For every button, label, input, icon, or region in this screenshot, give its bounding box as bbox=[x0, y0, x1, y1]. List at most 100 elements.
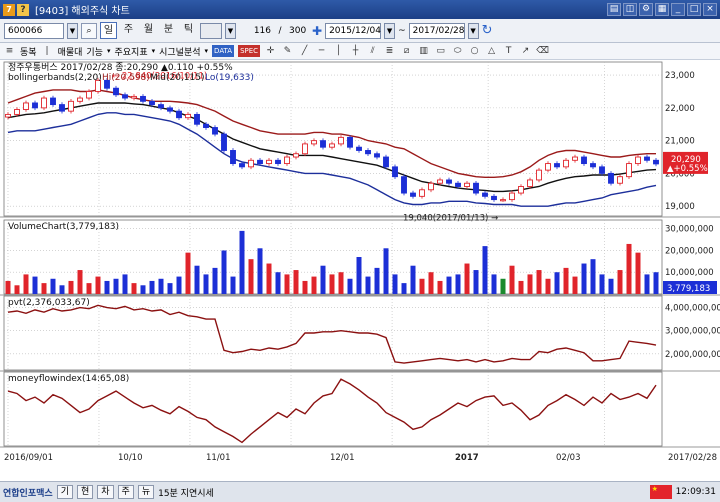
minute-interval-input[interactable] bbox=[200, 22, 222, 39]
volume-bar bbox=[473, 270, 479, 294]
line-icon[interactable]: ╱ bbox=[298, 45, 311, 57]
pin-icon[interactable]: ◫ bbox=[623, 3, 637, 16]
maximize-icon[interactable]: □ bbox=[687, 3, 701, 16]
menu-item-indicators[interactable]: 주요지표 bbox=[114, 45, 147, 58]
status-button-news[interactable]: 뉴 bbox=[137, 485, 155, 499]
volume-bar bbox=[617, 270, 623, 294]
menu-item-volume-profile[interactable]: 매물대 bbox=[58, 45, 83, 58]
print-icon[interactable]: ▦ bbox=[655, 3, 669, 16]
close-icon[interactable]: × bbox=[703, 3, 717, 16]
volume-bar bbox=[590, 259, 596, 294]
fibonacci-icon[interactable]: ≣ bbox=[383, 45, 396, 57]
volume-bar bbox=[464, 263, 470, 294]
candle-body bbox=[257, 159, 263, 165]
channel-icon[interactable]: ⫽ bbox=[366, 45, 379, 57]
clock: 12:09:31 bbox=[675, 487, 716, 497]
candle-body bbox=[50, 97, 56, 106]
ellipse-icon[interactable]: ⬭ bbox=[451, 45, 464, 57]
volume-bar bbox=[437, 280, 443, 294]
period-day[interactable]: 일 bbox=[100, 22, 117, 39]
code-input[interactable]: 600066 bbox=[4, 22, 64, 39]
rectangle-icon[interactable]: ▭ bbox=[434, 45, 447, 57]
price-chart-title: 정주우통버스 2017/02/28 종:20,290 ▲0.110 +0.55% bbox=[8, 62, 233, 73]
circle-icon[interactable]: ○ bbox=[468, 45, 481, 57]
volume-bar bbox=[104, 280, 110, 294]
menu-item-signal[interactable]: 시그널분석 bbox=[159, 45, 200, 58]
refresh-icon[interactable]: ↻ bbox=[482, 23, 493, 38]
volume-bar bbox=[482, 246, 488, 294]
x-tick-label: 10/10 bbox=[118, 453, 143, 463]
functions-dropdown-icon[interactable]: ▾ bbox=[107, 47, 111, 55]
signal-dropdown-icon[interactable]: ▾ bbox=[205, 47, 209, 55]
status-bar: 연합인포맥스 기 현 차 주 뉴 15분 지연시세 12:09:31 bbox=[0, 481, 720, 502]
date-to-dropdown-icon[interactable]: ▼ bbox=[467, 22, 479, 39]
volume-bar bbox=[167, 283, 173, 294]
candle-body bbox=[527, 179, 533, 187]
plus-icon[interactable]: ✚ bbox=[312, 24, 322, 38]
settings-icon[interactable]: ⚙ bbox=[639, 3, 653, 16]
y-tick-label: 20,000,000 bbox=[665, 246, 714, 256]
bars-icon[interactable]: ▥ bbox=[417, 45, 430, 57]
menu-icon[interactable]: ≡ bbox=[3, 45, 16, 57]
candle-body bbox=[536, 169, 542, 181]
volume-bar bbox=[500, 278, 506, 294]
volume-bar bbox=[5, 280, 11, 294]
search-icon[interactable]: ⌕ bbox=[81, 22, 97, 39]
volume-bar bbox=[257, 248, 263, 294]
data-tag[interactable]: DATA bbox=[212, 45, 235, 57]
candle-body bbox=[392, 166, 398, 178]
candle-body bbox=[176, 110, 182, 119]
gann-icon[interactable]: ⧄ bbox=[400, 45, 413, 57]
chart-area[interactable]: 23,000 22,000 21,000 20,000 19,000 20,290 ▲+0.… bbox=[0, 60, 720, 466]
candle-body bbox=[410, 192, 416, 197]
candle-body bbox=[41, 97, 47, 109]
volume-bar bbox=[365, 276, 371, 294]
window-title: [9403] 해외주식 차트 bbox=[35, 6, 130, 17]
date-to-input[interactable]: 2017/02/28 bbox=[408, 22, 465, 39]
hline-icon[interactable]: ─ bbox=[315, 45, 328, 57]
eraser-icon[interactable]: ⌫ bbox=[536, 45, 549, 57]
tools-toolbar: ≡ 동복 | 매물대 기능 ▾ 주요지표 ▾ 시그널분석 ▾ DATA SPEC… bbox=[0, 43, 720, 60]
indicators-dropdown-icon[interactable]: ▾ bbox=[152, 47, 156, 55]
menu-item-dongbok[interactable]: 동복 bbox=[20, 45, 37, 58]
candle-body bbox=[653, 159, 659, 165]
bollinger-hi-legend: Hi(20,598) bbox=[102, 73, 150, 83]
volume-bar bbox=[356, 257, 362, 294]
draw-icon[interactable]: ✎ bbox=[281, 45, 294, 57]
period-week[interactable]: 주 bbox=[120, 22, 137, 39]
spec-tag[interactable]: SPEC bbox=[238, 45, 261, 57]
candle-body bbox=[563, 159, 569, 168]
status-button-hyun[interactable]: 현 bbox=[76, 485, 94, 499]
menu-item-functions[interactable]: 기능 bbox=[86, 45, 103, 58]
volume-bar bbox=[644, 274, 650, 294]
candle-body bbox=[203, 123, 209, 128]
volume-bar bbox=[554, 272, 560, 294]
status-button-cha[interactable]: 차 bbox=[97, 485, 114, 499]
triangle-icon[interactable]: △ bbox=[485, 45, 498, 57]
candle-body bbox=[446, 179, 452, 184]
status-button-gi[interactable]: 기 bbox=[56, 485, 73, 499]
interval-dropdown-icon[interactable]: ▼ bbox=[225, 22, 236, 39]
code-dropdown-icon[interactable]: ▼ bbox=[67, 22, 78, 39]
minimize-icon[interactable]: _ bbox=[671, 3, 685, 16]
candle-body bbox=[167, 107, 173, 112]
crosshair-icon[interactable]: ✛ bbox=[264, 45, 277, 57]
text-icon[interactable]: T bbox=[502, 45, 515, 57]
mfi-chart-title: moneyflowindex(14:65,08) bbox=[8, 374, 129, 384]
volume-bar bbox=[329, 274, 335, 294]
help-icon[interactable]: ? bbox=[17, 3, 29, 16]
date-from-input[interactable]: 2015/12/04 bbox=[325, 22, 382, 39]
window-list-icon[interactable]: ▤ bbox=[607, 3, 621, 16]
chart-svg[interactable]: 23,00022,00021,00020,00019,00020,290▲+0.… bbox=[0, 60, 720, 466]
period-tick[interactable]: 틱 bbox=[180, 22, 197, 39]
period-month[interactable]: 월 bbox=[140, 22, 157, 39]
cross-line-icon[interactable]: ┼ bbox=[349, 45, 362, 57]
arrow-icon[interactable]: ↗ bbox=[519, 45, 532, 57]
period-minute[interactable]: 분 bbox=[160, 22, 177, 39]
status-button-ju[interactable]: 주 bbox=[117, 485, 134, 499]
volume-bar bbox=[185, 252, 191, 294]
vline-icon[interactable]: │ bbox=[332, 45, 345, 57]
volume-bar bbox=[212, 267, 218, 294]
date-from-dropdown-icon[interactable]: ▼ bbox=[384, 22, 396, 39]
total-value: 300 bbox=[289, 25, 307, 36]
